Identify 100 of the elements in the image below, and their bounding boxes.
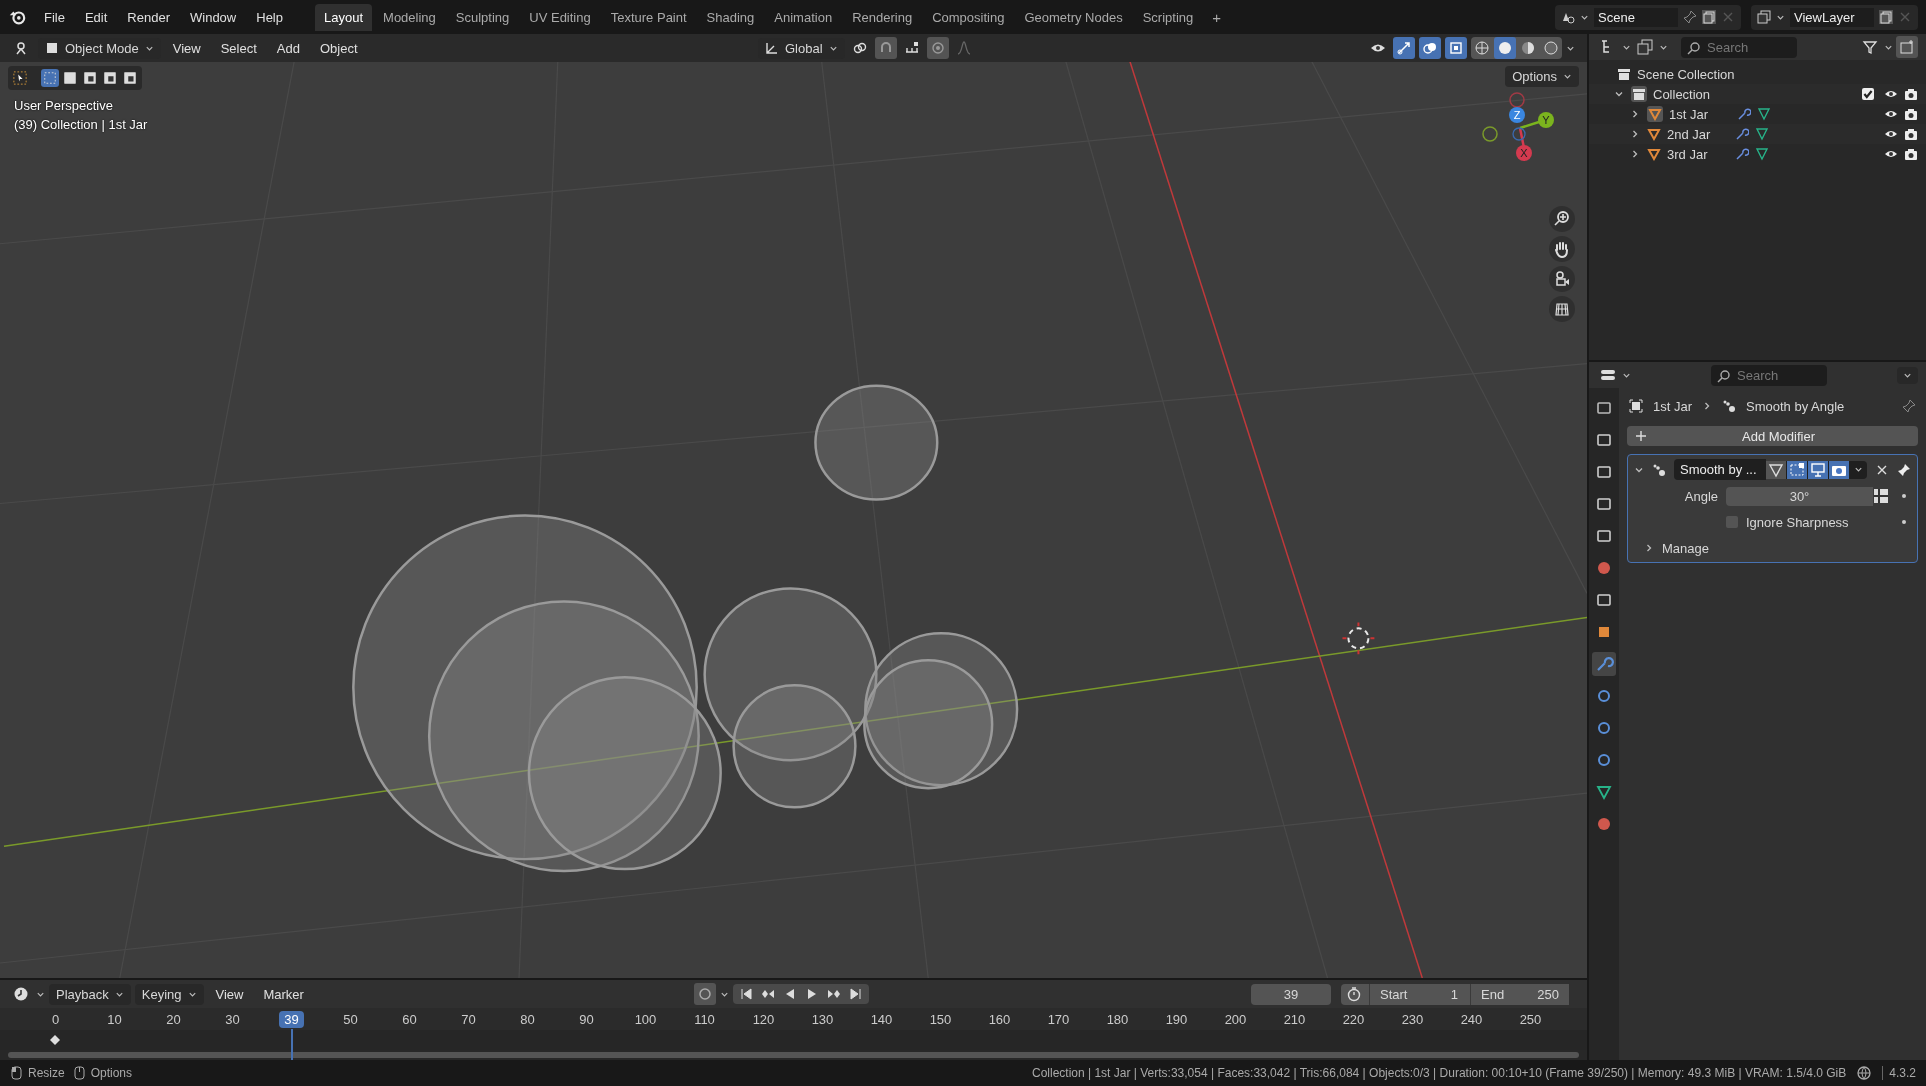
tree-item[interactable]: Collection [1653, 86, 1711, 102]
chevron-icon[interactable] [1644, 543, 1654, 553]
camera-icon[interactable] [1549, 266, 1575, 292]
magnet-icon[interactable] [874, 37, 897, 59]
menu-item[interactable]: View [164, 37, 209, 59]
end-frame-field[interactable]: End 250 [1470, 983, 1569, 1005]
menu-item[interactable]: Help [248, 6, 291, 28]
axis-gizmo-handle[interactable] [1482, 126, 1498, 142]
hand-icon[interactable] [1549, 236, 1575, 262]
keyframe-icon[interactable] [50, 1035, 60, 1045]
wrench-icon[interactable] [1735, 147, 1749, 161]
workspace-tab[interactable]: Animation [765, 3, 842, 31]
wrench-icon[interactable] [1737, 107, 1751, 121]
mesh-object-icon[interactable] [1647, 106, 1663, 122]
selection-mode-icon[interactable] [81, 69, 99, 87]
workspace-tab[interactable]: Layout [315, 3, 373, 31]
menu-item[interactable]: Add [268, 37, 308, 59]
edit-mode-toggle[interactable] [1766, 460, 1786, 479]
workspace-tab[interactable]: Scripting [1133, 3, 1203, 31]
image-stack-icon[interactable] [1634, 36, 1656, 58]
selection-mode-icon[interactable] [61, 69, 79, 87]
mesh-data-icon[interactable] [1757, 107, 1771, 121]
menu-dropdown[interactable]: Playback [49, 983, 131, 1005]
pin-icon[interactable] [1683, 10, 1697, 24]
current-frame-field[interactable]: 39 [1251, 983, 1331, 1005]
menu-item[interactable]: Select [212, 37, 265, 59]
scrollbar[interactable] [8, 1052, 1579, 1058]
mesh-object-icon[interactable] [1647, 147, 1661, 161]
proportional-edit-icon[interactable] [926, 37, 949, 59]
xray-toggle-icon[interactable] [1445, 37, 1467, 59]
scene-selector[interactable]: Scene [1555, 4, 1741, 30]
gizmo-toggle-icon[interactable] [1393, 37, 1415, 59]
tree-item[interactable]: Scene Collection [1637, 66, 1735, 82]
next-keyframe-icon[interactable] [826, 987, 841, 1001]
workspace-tab[interactable]: Shading [697, 3, 764, 31]
z-axis-handle[interactable]: Z [1509, 107, 1525, 123]
axis-gizmo-handle[interactable] [1509, 92, 1525, 108]
wrench-icon[interactable] [1735, 127, 1749, 141]
mesh-data-icon[interactable] [1755, 147, 1769, 161]
prev-keyframe-icon[interactable] [760, 987, 775, 1001]
copy-icon[interactable] [1879, 10, 1893, 24]
viewport-toggle[interactable] [1808, 460, 1828, 479]
mesh-data-icon[interactable] [1755, 127, 1769, 141]
add-modifier-button[interactable]: Add Modifier [1627, 426, 1918, 446]
menu-item[interactable]: Edit [76, 6, 116, 28]
camera-icon[interactable] [1904, 107, 1918, 121]
playhead-frame[interactable]: 39 [279, 1010, 304, 1028]
mesh-object-icon[interactable] [1647, 127, 1661, 141]
camera-icon[interactable] [1904, 87, 1918, 101]
view-layer-name[interactable]: ViewLayer [1790, 7, 1874, 27]
node-socket-icon[interactable] [1873, 488, 1889, 504]
pin-icon[interactable] [1897, 462, 1911, 477]
render-toggle[interactable] [1829, 460, 1849, 479]
modifier-tab-icon[interactable] [1592, 652, 1616, 676]
options-dropdown[interactable] [1897, 366, 1918, 384]
workspace-tab[interactable]: Modeling [374, 3, 445, 31]
axis-gizmo-handle[interactable] [1512, 127, 1526, 141]
tree-item[interactable]: 1st Jar [1669, 106, 1731, 122]
record-icon[interactable] [693, 983, 716, 1005]
workspace-tab[interactable]: Geometry Nodes [1015, 3, 1132, 31]
chevron-icon[interactable] [1702, 401, 1712, 411]
new-collection-icon[interactable] [1896, 36, 1918, 58]
add-workspace-button[interactable]: + [1204, 8, 1229, 26]
menu-item[interactable]: Object [311, 37, 366, 59]
search-field[interactable]: Search [1681, 36, 1797, 58]
menu-item[interactable]: Window [182, 6, 245, 28]
camera-icon[interactable] [1904, 127, 1918, 141]
menu-item[interactable]: Marker [255, 983, 312, 1005]
angle-field[interactable]: 30° [1726, 486, 1873, 506]
menu-item[interactable]: File [36, 6, 73, 28]
blender-logo-icon[interactable] [8, 8, 26, 26]
selection-mode-icon[interactable] [121, 69, 139, 87]
checkbox[interactable] [1726, 516, 1738, 528]
jump-start-icon[interactable] [738, 987, 753, 1001]
search-field[interactable]: Search [1711, 364, 1827, 386]
workspace-tab[interactable]: UV Editing [520, 3, 600, 31]
workspace-tab[interactable]: Texture Paint [601, 3, 696, 31]
menu-dropdown[interactable]: Keying [134, 983, 204, 1005]
workspace-tab[interactable]: Rendering [843, 3, 922, 31]
copy-icon[interactable] [1702, 10, 1716, 24]
view-layer-selector[interactable]: ViewLayer [1751, 4, 1918, 30]
subpanel-header[interactable]: Manage [1662, 540, 1709, 556]
x-axis-handle[interactable]: X [1516, 127, 1532, 161]
selection-mode-icon[interactable] [101, 69, 119, 87]
workspace-tab[interactable]: Sculpting [446, 3, 519, 31]
keyframe-dot-icon[interactable] [1901, 493, 1907, 499]
checkbox[interactable] [1862, 88, 1874, 100]
shading-mode-icon[interactable] [1494, 37, 1516, 59]
tree-item[interactable]: 3rd Jar [1667, 146, 1729, 162]
grid-icon[interactable] [1549, 296, 1575, 322]
jump-end-icon[interactable] [848, 987, 863, 1001]
scene-name[interactable]: Scene [1594, 7, 1678, 27]
overlays-toggle-icon[interactable] [1419, 37, 1441, 59]
zoom-icon[interactable] [1549, 206, 1575, 232]
workspace-tab[interactable]: Compositing [923, 3, 1014, 31]
tree-item[interactable]: 2nd Jar [1667, 126, 1729, 142]
cage-toggle[interactable] [1787, 460, 1807, 479]
select-cursor-icon[interactable] [11, 69, 29, 87]
options-dropdown[interactable]: Options [1505, 66, 1579, 87]
keyframe-dot-icon[interactable] [1901, 519, 1907, 525]
